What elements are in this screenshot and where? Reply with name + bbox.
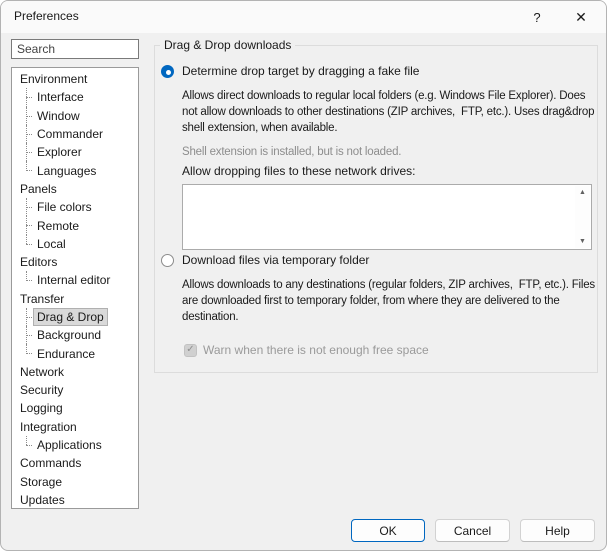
settings-tree: Environment Interface Window Commander E… bbox=[11, 67, 139, 509]
sidebar-item-internal-editor[interactable]: Internal editor bbox=[12, 271, 138, 289]
sidebar-item-label: Explorer bbox=[33, 143, 86, 161]
sidebar-item-panels[interactable]: Panels bbox=[12, 180, 138, 198]
radio-option-label: Determine drop target by dragging a fake… bbox=[182, 64, 419, 78]
sidebar-item-label: Editors bbox=[16, 253, 61, 271]
tree-connector bbox=[22, 88, 33, 106]
preferences-dialog: Preferences ? ✕ Environment Interface Wi… bbox=[0, 0, 607, 551]
scroll-up-icon[interactable]: ▲ bbox=[579, 189, 586, 196]
ok-button[interactable]: OK bbox=[351, 519, 425, 542]
tree-connector bbox=[22, 125, 33, 143]
sidebar-item-label: Commands bbox=[16, 454, 85, 472]
sidebar-item-remote[interactable]: Remote bbox=[12, 216, 138, 234]
sidebar-item-interface[interactable]: Interface bbox=[12, 88, 138, 106]
sidebar-item-label: Logging bbox=[16, 399, 67, 417]
sidebar-item-file-colors[interactable]: File colors bbox=[12, 198, 138, 216]
sidebar-item-label: Languages bbox=[33, 162, 100, 180]
sidebar-item-label: Integration bbox=[16, 418, 81, 436]
sidebar-item-label: Remote bbox=[33, 217, 83, 235]
tree-connector bbox=[22, 161, 33, 179]
cancel-button[interactable]: Cancel bbox=[435, 519, 510, 542]
tree-connector bbox=[22, 308, 33, 326]
sidebar-item-label: Network bbox=[16, 363, 68, 381]
radio-selected-icon bbox=[161, 65, 174, 78]
search-input[interactable] bbox=[11, 39, 139, 59]
help-icon[interactable]: ? bbox=[514, 1, 560, 33]
sidebar-item-label: Security bbox=[16, 381, 67, 399]
sidebar-item-commander[interactable]: Commander bbox=[12, 125, 138, 143]
scroll-down-icon[interactable]: ▼ bbox=[579, 238, 586, 245]
radio-option-temp-folder[interactable]: Download files via temporary folder bbox=[161, 253, 369, 267]
listbox-scrollbar[interactable]: ▲ ▼ bbox=[575, 186, 590, 248]
sidebar-item-commands[interactable]: Commands bbox=[12, 454, 138, 472]
radio-option-label: Download files via temporary folder bbox=[182, 253, 369, 267]
network-drives-listbox[interactable]: ▲ ▼ bbox=[182, 184, 592, 250]
sidebar-item-label: Interface bbox=[33, 88, 88, 106]
sidebar-item-updates[interactable]: Updates bbox=[12, 491, 138, 509]
sidebar-item-endurance[interactable]: Endurance bbox=[12, 344, 138, 362]
close-icon[interactable]: ✕ bbox=[558, 1, 604, 33]
sidebar-item-security[interactable]: Security bbox=[12, 381, 138, 399]
sidebar-item-label: Panels bbox=[16, 180, 61, 198]
sidebar-item-label: Window bbox=[33, 107, 84, 125]
shell-extension-status: Shell extension is installed, but is not… bbox=[182, 146, 401, 158]
check-mark-icon: ✓ bbox=[186, 345, 194, 355]
sidebar-item-explorer[interactable]: Explorer bbox=[12, 143, 138, 161]
sidebar-item-label: Internal editor bbox=[33, 271, 114, 289]
radio-icon bbox=[161, 254, 174, 267]
title-bar: Preferences ? ✕ bbox=[1, 1, 606, 33]
sidebar-item-label: Environment bbox=[16, 70, 91, 88]
sidebar-item-label: Applications bbox=[33, 436, 106, 454]
tree-connector bbox=[22, 271, 33, 289]
sidebar-item-transfer[interactable]: Transfer bbox=[12, 290, 138, 308]
sidebar-item-label: Local bbox=[33, 235, 70, 253]
sidebar-item-drag-and-drop[interactable]: Drag & Drop bbox=[12, 308, 138, 326]
group-title: Drag & Drop downloads bbox=[160, 38, 295, 52]
sidebar-item-environment[interactable]: Environment bbox=[12, 70, 138, 88]
sidebar-item-label: Transfer bbox=[16, 290, 68, 308]
window-title: Preferences bbox=[14, 9, 79, 23]
drag-drop-downloads-group: Drag & Drop downloads Determine drop tar… bbox=[154, 45, 598, 373]
tree-connector bbox=[22, 143, 33, 161]
sidebar-item-label: Storage bbox=[16, 473, 66, 491]
sidebar-item-storage[interactable]: Storage bbox=[12, 473, 138, 491]
sidebar-item-editors[interactable]: Editors bbox=[12, 253, 138, 271]
option-description: Allows direct downloads to regular local… bbox=[182, 88, 596, 136]
sidebar-item-applications[interactable]: Applications bbox=[12, 436, 138, 454]
checkbox-checked-disabled-icon: ✓ bbox=[184, 344, 197, 357]
sidebar-item-network[interactable]: Network bbox=[12, 363, 138, 381]
tree-connector bbox=[22, 436, 33, 454]
warn-free-space-checkbox-row: ✓ Warn when there is not enough free spa… bbox=[184, 343, 429, 357]
sidebar-item-window[interactable]: Window bbox=[12, 107, 138, 125]
sidebar-item-label: Commander bbox=[33, 125, 107, 143]
tree-connector bbox=[22, 216, 33, 234]
sidebar-item-languages[interactable]: Languages bbox=[12, 161, 138, 179]
sidebar-item-logging[interactable]: Logging bbox=[12, 399, 138, 417]
tree-connector bbox=[22, 198, 33, 216]
help-button[interactable]: Help bbox=[520, 519, 595, 542]
tree-connector bbox=[22, 107, 33, 125]
tree-connector bbox=[22, 235, 33, 253]
sidebar-item-label: Endurance bbox=[33, 345, 99, 363]
option-description: Allows downloads to any destinations (re… bbox=[182, 277, 596, 325]
radio-option-fake-file[interactable]: Determine drop target by dragging a fake… bbox=[161, 64, 419, 78]
network-drives-label: Allow dropping files to these network dr… bbox=[182, 164, 415, 178]
sidebar-item-local[interactable]: Local bbox=[12, 235, 138, 253]
tree-connector bbox=[22, 326, 33, 344]
tree-connector bbox=[22, 344, 33, 362]
checkbox-label: Warn when there is not enough free space bbox=[203, 343, 429, 357]
sidebar-item-integration[interactable]: Integration bbox=[12, 418, 138, 436]
sidebar-item-label: Drag & Drop bbox=[33, 308, 108, 326]
sidebar-item-label: File colors bbox=[33, 198, 96, 216]
sidebar-item-label: Updates bbox=[16, 491, 69, 509]
sidebar-item-label: Background bbox=[33, 326, 105, 344]
sidebar-item-background[interactable]: Background bbox=[12, 326, 138, 344]
